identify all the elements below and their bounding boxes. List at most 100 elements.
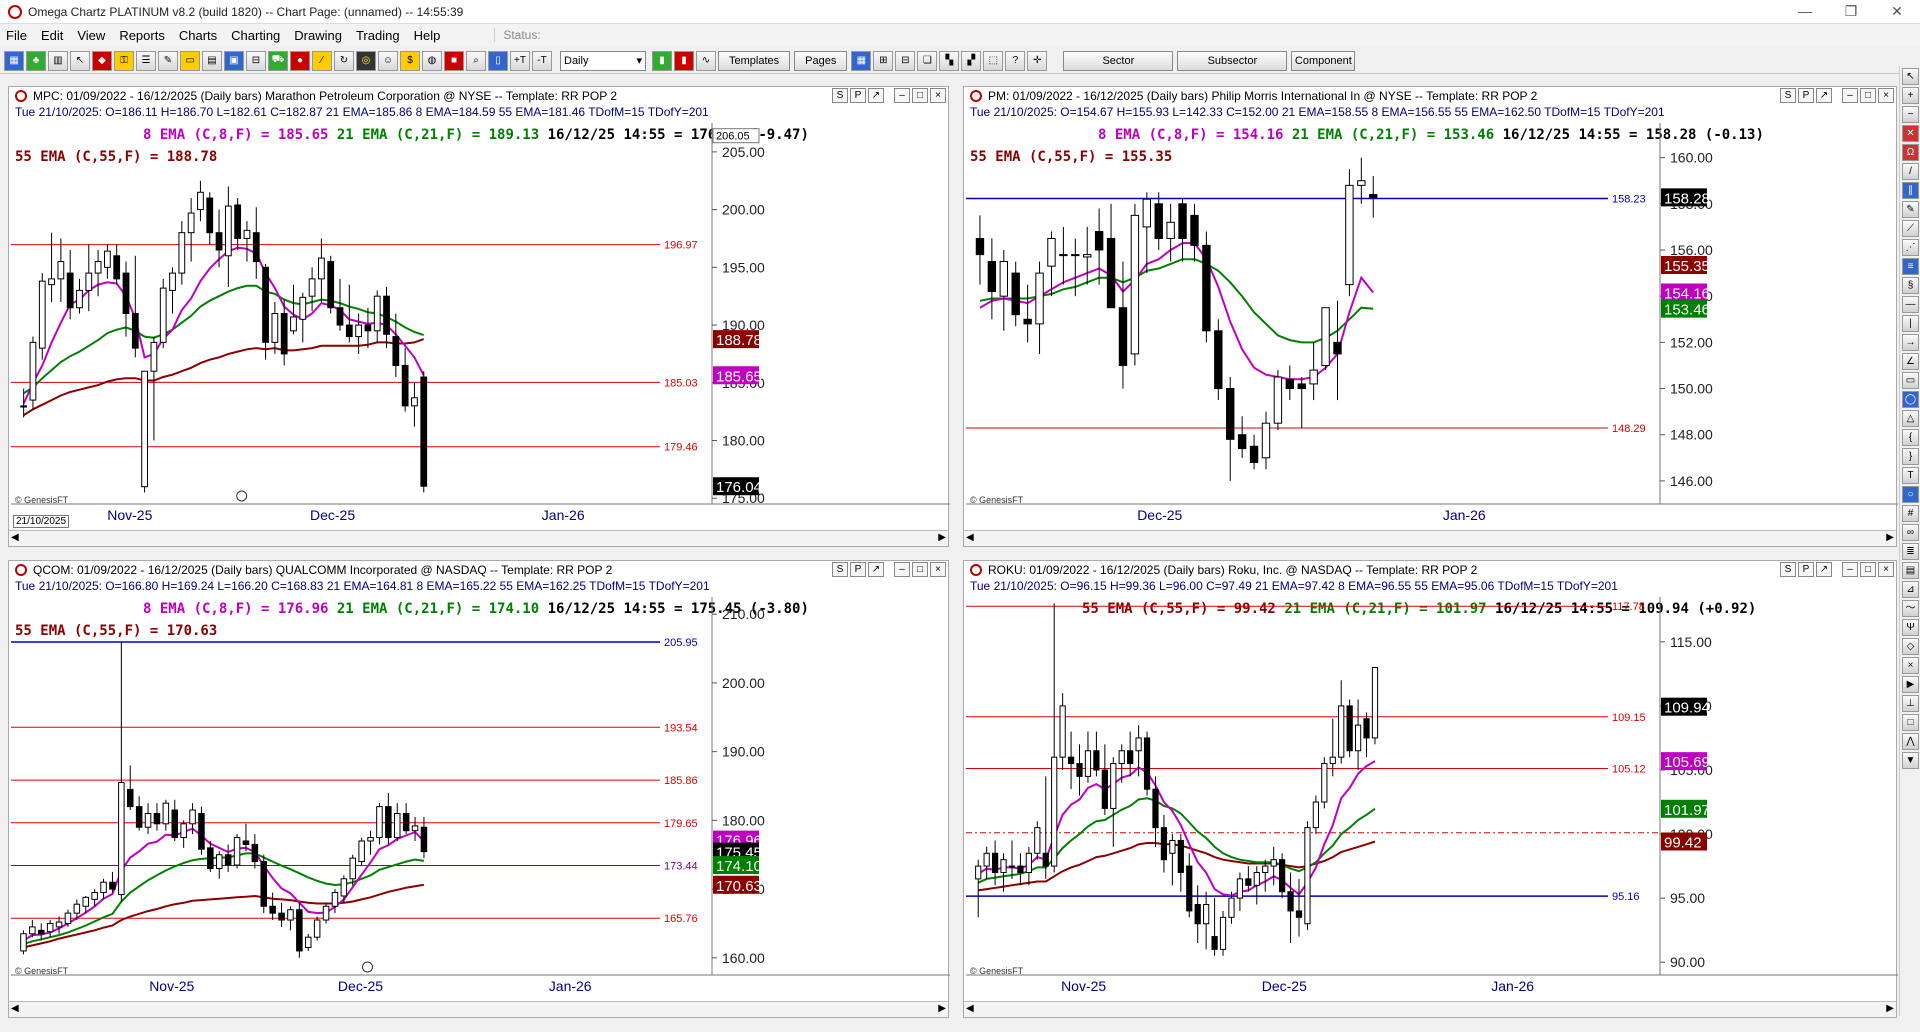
subsector-button[interactable]: Subsector (1177, 50, 1288, 71)
key-icon[interactable]: ⚿ (114, 50, 134, 71)
pencil-icon[interactable]: ✎ (158, 50, 178, 71)
price-chart[interactable]: 175.00180.00185.00190.00195.00200.00205.… (9, 87, 950, 548)
scroll-right-icon[interactable]: ▶ (1886, 1003, 1894, 1014)
plus-t-icon[interactable]: +T (510, 50, 530, 71)
play-icon[interactable]: ▶ (1902, 676, 1919, 693)
price-chart[interactable]: 90.0095.00100.00105.00110.00115.00Nov-25… (964, 561, 1898, 1019)
restore-icon[interactable]: ❐ (1828, 0, 1874, 24)
query-icon[interactable]: ? (1005, 50, 1026, 71)
minus-t-icon[interactable]: -T (532, 50, 552, 71)
price-chart[interactable]: 146.00148.00150.00152.00154.00156.00158.… (964, 87, 1898, 548)
hline-icon[interactable]: — (1902, 296, 1919, 313)
component-button[interactable]: Component (1291, 50, 1356, 71)
menu-charts[interactable]: Charts (179, 28, 217, 43)
scroll-right-icon[interactable]: ▶ (1886, 532, 1894, 543)
folder-icon[interactable]: ▭ (180, 50, 200, 71)
brace-icon[interactable]: { (1902, 429, 1919, 446)
down-arrow-icon[interactable]: ▼ (1902, 752, 1919, 769)
grid-lines-icon[interactable]: ≣ (1902, 543, 1919, 560)
chart-icon[interactable]: ▥ (48, 50, 68, 71)
grid-icon[interactable]: ▦ (4, 50, 24, 71)
trendline-icon[interactable]: / (1902, 163, 1919, 180)
scroll-left-icon[interactable]: ◀ (966, 532, 974, 543)
selection-icon[interactable]: ⬚ (983, 50, 1004, 71)
fan-icon[interactable]: ⋰ (1902, 239, 1919, 256)
scroll-right-icon[interactable]: ▶ (938, 532, 946, 543)
eraser-icon[interactable]: ✕ (1902, 125, 1919, 142)
pointer-icon[interactable]: ↖ (70, 50, 90, 71)
gann-icon[interactable]: # (1902, 505, 1919, 522)
chart-panel-qcom[interactable]: QCOM: 01/09/2022 - 16/12/2025 (Daily bar… (8, 560, 950, 1018)
magnify-icon[interactable]: ⌕ (466, 50, 486, 71)
menu-edit[interactable]: Edit (41, 28, 63, 43)
vline-icon[interactable]: | (1902, 315, 1919, 332)
zoom-out-icon[interactable]: − (1902, 106, 1919, 123)
alarm-icon[interactable]: ◎ (356, 50, 376, 71)
list-icon[interactable]: ☰ (136, 50, 156, 71)
refresh-icon[interactable]: ↻ (334, 50, 354, 71)
person-icon[interactable]: ☺ (378, 50, 398, 71)
bars-icon[interactable]: ▤ (1902, 562, 1919, 579)
period-select[interactable]: Daily (560, 50, 646, 71)
pen-icon[interactable]: ✎ (1902, 201, 1919, 218)
scroll-left-icon[interactable]: ◀ (11, 532, 19, 543)
omega-tool-icon[interactable]: Ω (1902, 144, 1919, 161)
tile-icon[interactable]: ⊞ (873, 50, 894, 71)
channel-icon[interactable]: ∥ (1902, 182, 1919, 199)
horizontal-scrollbar[interactable]: ◀ ▶ (964, 1001, 1896, 1017)
spiral-icon[interactable]: § (1902, 277, 1919, 294)
angle-icon[interactable]: ∠ (1902, 353, 1919, 370)
line-chart-icon[interactable]: ∿ (696, 50, 716, 71)
wave-icon[interactable]: 〜 (1902, 600, 1919, 617)
pages-button[interactable]: Pages (794, 50, 848, 71)
table-icon[interactable]: ▤ (202, 50, 222, 71)
split-icon[interactable]: ▚ (939, 50, 960, 71)
zoom-in-icon[interactable]: + (1902, 87, 1919, 104)
quad-icon[interactable]: ▞ (961, 50, 982, 71)
horizontal-scrollbar[interactable]: ◀ ▶ (964, 530, 1896, 546)
menu-drawing[interactable]: Drawing (294, 28, 342, 43)
crosshair-icon[interactable]: ✛ (1027, 50, 1048, 71)
train-icon[interactable]: ⛟ (268, 50, 288, 71)
templates-button[interactable]: Templates (718, 50, 791, 71)
menu-help[interactable]: Help (414, 28, 441, 43)
stop-icon[interactable]: ● (290, 50, 310, 71)
triangle-icon[interactable]: △ (1902, 410, 1919, 427)
candle-chart-icon[interactable]: ▮ (674, 50, 694, 71)
close-icon[interactable]: ✕ (1874, 0, 1920, 24)
wand-icon[interactable]: ⁄ (312, 50, 332, 71)
window-icon[interactable]: ▣ (224, 50, 244, 71)
cycle-icon[interactable]: ∞ (1902, 524, 1919, 541)
pitchfork-icon[interactable]: Ψ (1902, 619, 1919, 636)
ruler-tool-icon[interactable]: ⊥ (1902, 695, 1919, 712)
square-tool-icon[interactable]: □ (1902, 714, 1919, 731)
minimize-icon[interactable]: — (1782, 0, 1828, 24)
chart-panel-roku[interactable]: ROKU: 01/09/2022 - 16/12/2025 (Daily bar… (963, 560, 1898, 1019)
ruler-icon[interactable]: ⊟ (246, 50, 266, 71)
chart-panel-mpc[interactable]: MPC: 01/09/2022 - 16/12/2025 (Daily bars… (8, 86, 950, 548)
bar-chart-icon[interactable]: ▮ (652, 50, 672, 71)
bookmark-icon[interactable]: ◆ (92, 50, 112, 71)
text-icon[interactable]: T (1902, 467, 1919, 484)
diamond-icon[interactable]: ◇ (1902, 638, 1919, 655)
stats-icon[interactable]: ▯ (488, 50, 508, 71)
scroll-right-icon[interactable]: ▶ (938, 1003, 946, 1014)
fib-icon[interactable]: ≡ (1902, 258, 1919, 275)
tree-icon[interactable]: ♣ (26, 50, 46, 71)
scroll-left-icon[interactable]: ◀ (966, 1003, 974, 1014)
pointer-icon[interactable]: ↖ (1902, 68, 1919, 85)
record-icon[interactable]: ■ (444, 50, 464, 71)
brace-close-icon[interactable]: } (1902, 448, 1919, 465)
rectangle-icon[interactable]: ▭ (1902, 372, 1919, 389)
globe-icon[interactable]: ◍ (422, 50, 442, 71)
layout-icon[interactable]: ▦ (851, 50, 872, 71)
scroll-left-icon[interactable]: ◀ (11, 1003, 19, 1014)
menu-reports[interactable]: Reports (119, 28, 165, 43)
swing-icon[interactable]: ⋀ (1902, 733, 1919, 750)
horizontal-scrollbar[interactable]: ◀ ▶ (9, 530, 948, 546)
speed-icon[interactable]: ⊿ (1902, 581, 1919, 598)
chart-panel-pm[interactable]: PM: 01/09/2022 - 16/12/2025 (Daily bars)… (963, 86, 1898, 548)
menu-view[interactable]: View (77, 28, 105, 43)
sector-button[interactable]: Sector (1063, 50, 1174, 71)
arrow-icon[interactable]: → (1902, 334, 1919, 351)
